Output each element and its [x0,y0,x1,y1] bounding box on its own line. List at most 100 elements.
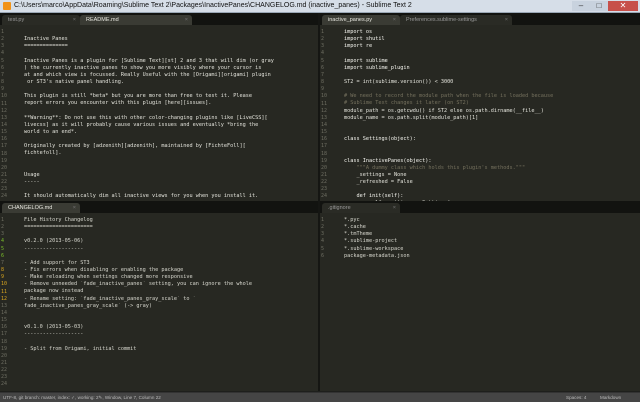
line-number: 9 [321,86,325,93]
line-number: 19 [321,157,328,164]
code-line: Usage [24,171,40,178]
code-line: package-metadata.json [344,252,410,259]
editor-pane-top-right[interactable]: inactive_panes.py × Preferences.sublime-s… [320,13,640,204]
line-number: 18 [1,338,8,345]
code-line: _settings = None [344,171,407,178]
line-number: 3 [321,43,325,50]
line-number: 22 [1,367,8,374]
code-line: # Sublime Text changes it later (on ST2) [344,100,469,107]
line-number: 7 [1,71,5,78]
code-line: ST2 = int(sublime.version()) < 3000 [344,78,454,85]
line-number: 17 [321,143,328,150]
line-number: 19 [1,157,8,164]
code-line: *.cache [344,224,366,231]
line-number: 23 [1,186,8,193]
tab-close-icon[interactable]: × [393,15,396,25]
editor-pane-top-left[interactable]: test.py × README.md × 1 2 3 4 5 6 7 8 9 10 11 12 13 14 1… [0,13,318,204]
line-number: 3 [1,43,5,50]
line-number: 20 [1,164,8,171]
tab-label: test.py [8,17,25,23]
line-number: 20 [1,352,8,359]
tab-close-icon[interactable]: × [393,203,396,213]
code-line: ) the currently inactive panes to show y… [24,64,262,71]
editor-pane-bottom-right[interactable]: .gitignore × 123456 *.pyc *.cache *.tmTheme… [320,201,640,391]
line-number: 18 [1,150,8,157]
line-number: 22 [1,179,8,186]
code-line: fichtefoll]. [24,150,62,157]
code-line: v0.1.0 (2013-05-03) [24,324,84,331]
tab-label: .gitignore [328,205,351,211]
line-number: 21 [1,172,8,178]
line-number: 8 [321,79,325,86]
code-line: ====================== [24,224,93,231]
line-number: 1 [1,217,5,223]
line-number: 5 [321,245,325,252]
maximize-icon[interactable]: □ [590,1,608,11]
line-number-gutter: 1 2 3 4 5 6 7 8 9 10 11 12 13 14 15 16 17 18 19 20 21 22 23 24 [320,25,340,204]
code-line: *.sublime-workspace [344,245,404,252]
line-number: 11 [1,288,8,295]
line-number: 14 [1,121,8,128]
code-area[interactable]: Inactive Panes ============== Inactive Pan… [24,29,314,204]
line-number: 6 [1,64,5,71]
tab-close-icon[interactable]: × [73,203,76,213]
line-number: 4 [321,238,325,245]
line-number: 6 [321,64,325,71]
tab-close-icon[interactable]: × [185,15,188,25]
tab-test-py[interactable]: test.py × [2,15,80,25]
line-number: 10 [321,93,328,100]
code-line: Originally created by [adzenith][adzenit… [24,143,246,150]
line-number: 24 [1,381,8,388]
line-number: 24 [1,193,8,200]
code-area[interactable]: *.pyc *.cache *.tmTheme *.sublime-project *.… [344,217,636,391]
tab-close-icon[interactable]: × [73,15,76,25]
tab-label: CHANGELOG.md [8,205,53,211]
tab-close-icon[interactable]: × [505,15,508,25]
code-line: v0.2.0 (2013-05-06) [24,238,84,245]
editor-pane-bottom-left[interactable]: CHANGELOG.md × 1 2 3 4 5 6 7 8 9 10 11 12 13 14 15 16 17 1… [0,201,318,391]
line-number: 13 [321,114,328,121]
window-controls: – □ ✕ [572,1,638,11]
code-line: - Remove unneeded `fade_inactive_panes` … [24,281,252,288]
code-line: class InactivePanes(object): [344,157,432,164]
code-area[interactable]: import os import shutil import re import su… [344,29,636,204]
code-area[interactable]: File History Changelog ==================… [24,217,314,391]
tab-inactive-panes-py[interactable]: inactive_panes.py × [322,15,400,25]
code-line: # We need to record the module path when… [344,93,554,100]
tab-gitignore[interactable]: .gitignore × [322,203,400,213]
tab-preferences[interactable]: Preferences.sublime-settings × [400,15,512,25]
line-number: 23 [321,186,328,193]
minimize-icon[interactable]: – [572,1,590,11]
code-line: ============== [24,43,68,50]
tab-label: Preferences.sublime-settings [406,17,477,23]
close-icon[interactable]: ✕ [608,1,638,11]
line-number: 2 [321,36,325,43]
line-number: 9 [1,86,5,93]
code-line: File History Changelog [24,217,93,223]
window-title: C:\Users\marco\AppData\Roaming\Sublime T… [14,2,412,9]
line-number: 19 [1,345,8,352]
line-number: 7 [1,259,5,266]
tab-bar: test.py × README.md × [0,13,318,25]
code-line: or ST3's native panel handling. [24,78,124,85]
line-number: 18 [321,150,328,157]
code-line: _refreshed = False [344,178,413,185]
line-number: 4 [321,50,325,57]
tab-readme-md[interactable]: README.md × [80,15,192,25]
code-line: fade_inactive_panes_gray_scale` (-> gray… [24,302,153,309]
tab-changelog-md[interactable]: CHANGELOG.md × [2,203,80,213]
tab-bar: CHANGELOG.md × [0,201,318,213]
line-number: 6 [321,252,325,259]
pane-divider-vertical[interactable] [318,13,320,391]
code-line: *.tmTheme [344,231,373,238]
